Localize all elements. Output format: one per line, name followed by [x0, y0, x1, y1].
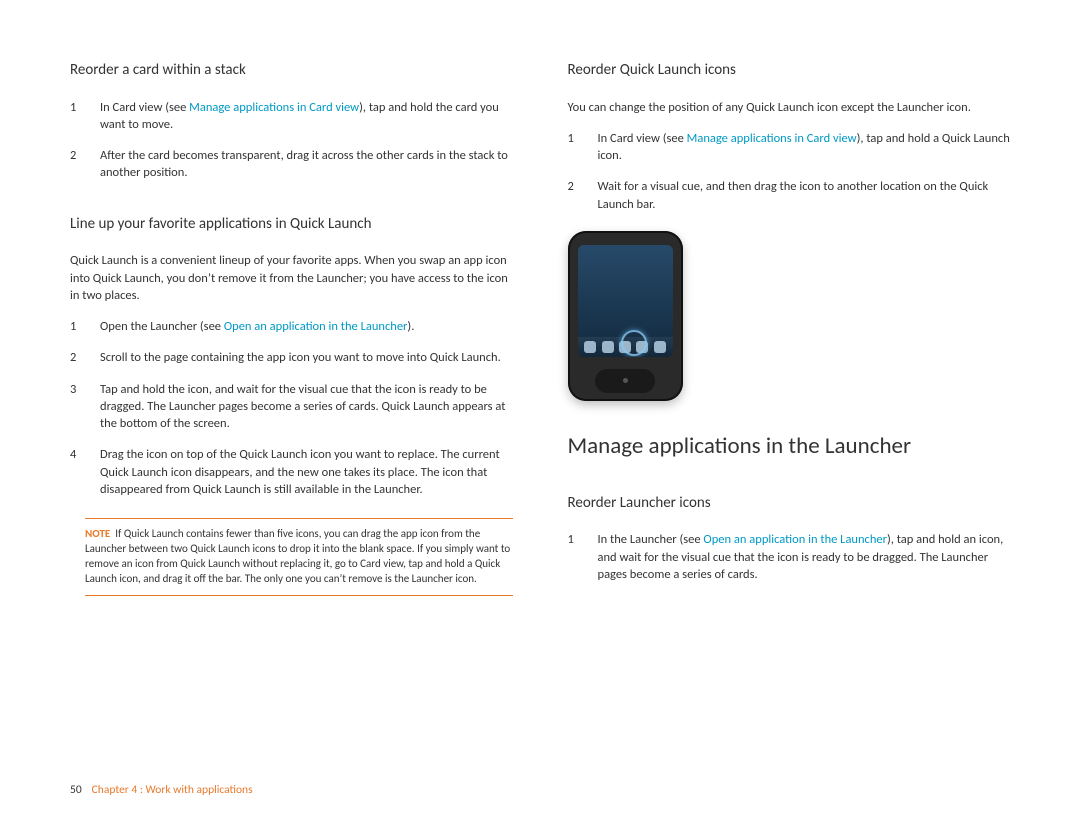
- quick-launch-icon: [619, 341, 631, 353]
- step: 2 Wait for a visual cue, and then drag t…: [568, 178, 1011, 213]
- step-number: 1: [568, 531, 598, 583]
- heading-reorder-launcher-icons: Reorder Launcher icons: [568, 493, 1011, 514]
- gesture-area: [595, 369, 655, 393]
- right-column: Reorder Quick Launch icons You can chang…: [568, 60, 1011, 616]
- chapter-label: Chapter 4 : Work with applications: [92, 783, 253, 797]
- step: 2 Scroll to the page containing the app …: [70, 349, 513, 366]
- step-number: 2: [70, 147, 100, 182]
- heading-manage-apps-launcher: Manage applications in the Launcher: [568, 431, 1011, 463]
- page-number: 50: [70, 783, 82, 797]
- link-manage-card-view[interactable]: Manage applications in Card view: [189, 100, 359, 115]
- step-text: Open the Launcher (see Open an applicati…: [100, 318, 513, 335]
- page: Reorder a card within a stack 1 In Card …: [0, 0, 1080, 616]
- note-box: NOTE If Quick Launch contains fewer than…: [85, 518, 513, 595]
- page-footer: 50 Chapter 4 : Work with applications: [70, 783, 253, 799]
- quick-launch-icon: [584, 341, 596, 353]
- quick-launch-icon: [654, 341, 666, 353]
- step: 1 Open the Launcher (see Open an applica…: [70, 318, 513, 335]
- step-text: In the Launcher (see Open an application…: [598, 531, 1011, 583]
- intro-paragraph: Quick Launch is a convenient lineup of y…: [70, 252, 513, 304]
- step-text: Drag the icon on top of the Quick Launch…: [100, 446, 513, 498]
- heading-reorder-card: Reorder a card within a stack: [70, 60, 513, 81]
- step-text: In Card view (see Manage applications in…: [100, 99, 513, 134]
- step-number: 2: [568, 178, 598, 213]
- quick-launch-bar: [578, 337, 673, 357]
- text: ).: [407, 319, 414, 334]
- step-number: 2: [70, 349, 100, 366]
- phone-illustration: [568, 231, 683, 401]
- step: 3 Tap and hold the icon, and wait for th…: [70, 381, 513, 433]
- step: 4 Drag the icon on top of the Quick Laun…: [70, 446, 513, 498]
- step-text: Tap and hold the icon, and wait for the …: [100, 381, 513, 433]
- note-label: NOTE: [85, 527, 110, 540]
- phone-screen: [578, 245, 673, 357]
- text: In Card view (see: [100, 100, 189, 115]
- quick-launch-icon: [636, 341, 648, 353]
- step-text: In Card view (see Manage applications in…: [598, 130, 1011, 165]
- link-open-launcher[interactable]: Open an application in the Launcher: [224, 319, 408, 334]
- text: In Card view (see: [598, 131, 687, 146]
- step-text: After the card becomes transparent, drag…: [100, 147, 513, 182]
- step: 1 In Card view (see Manage applications …: [70, 99, 513, 134]
- step-text: Scroll to the page containing the app ic…: [100, 349, 513, 366]
- step-number: 1: [70, 99, 100, 134]
- step-number: 3: [70, 381, 100, 433]
- note-text: If Quick Launch contains fewer than five…: [85, 527, 510, 585]
- text: In the Launcher (see: [598, 532, 704, 547]
- intro-paragraph: You can change the position of any Quick…: [568, 99, 1011, 116]
- heading-reorder-ql-icons: Reorder Quick Launch icons: [568, 60, 1011, 81]
- gesture-dot: [623, 378, 628, 383]
- heading-lineup-quick-launch: Line up your favorite applications in Qu…: [70, 214, 513, 235]
- step-number: 1: [70, 318, 100, 335]
- link-open-launcher[interactable]: Open an application in the Launcher: [703, 532, 887, 547]
- step: 1 In Card view (see Manage applications …: [568, 130, 1011, 165]
- text: Open the Launcher (see: [100, 319, 224, 334]
- step: 2 After the card becomes transparent, dr…: [70, 147, 513, 182]
- step-number: 1: [568, 130, 598, 165]
- left-column: Reorder a card within a stack 1 In Card …: [70, 60, 513, 616]
- quick-launch-icon: [602, 341, 614, 353]
- step: 1 In the Launcher (see Open an applicati…: [568, 531, 1011, 583]
- step-text: Wait for a visual cue, and then drag the…: [598, 178, 1011, 213]
- link-manage-card-view[interactable]: Manage applications in Card view: [687, 131, 857, 146]
- step-number: 4: [70, 446, 100, 498]
